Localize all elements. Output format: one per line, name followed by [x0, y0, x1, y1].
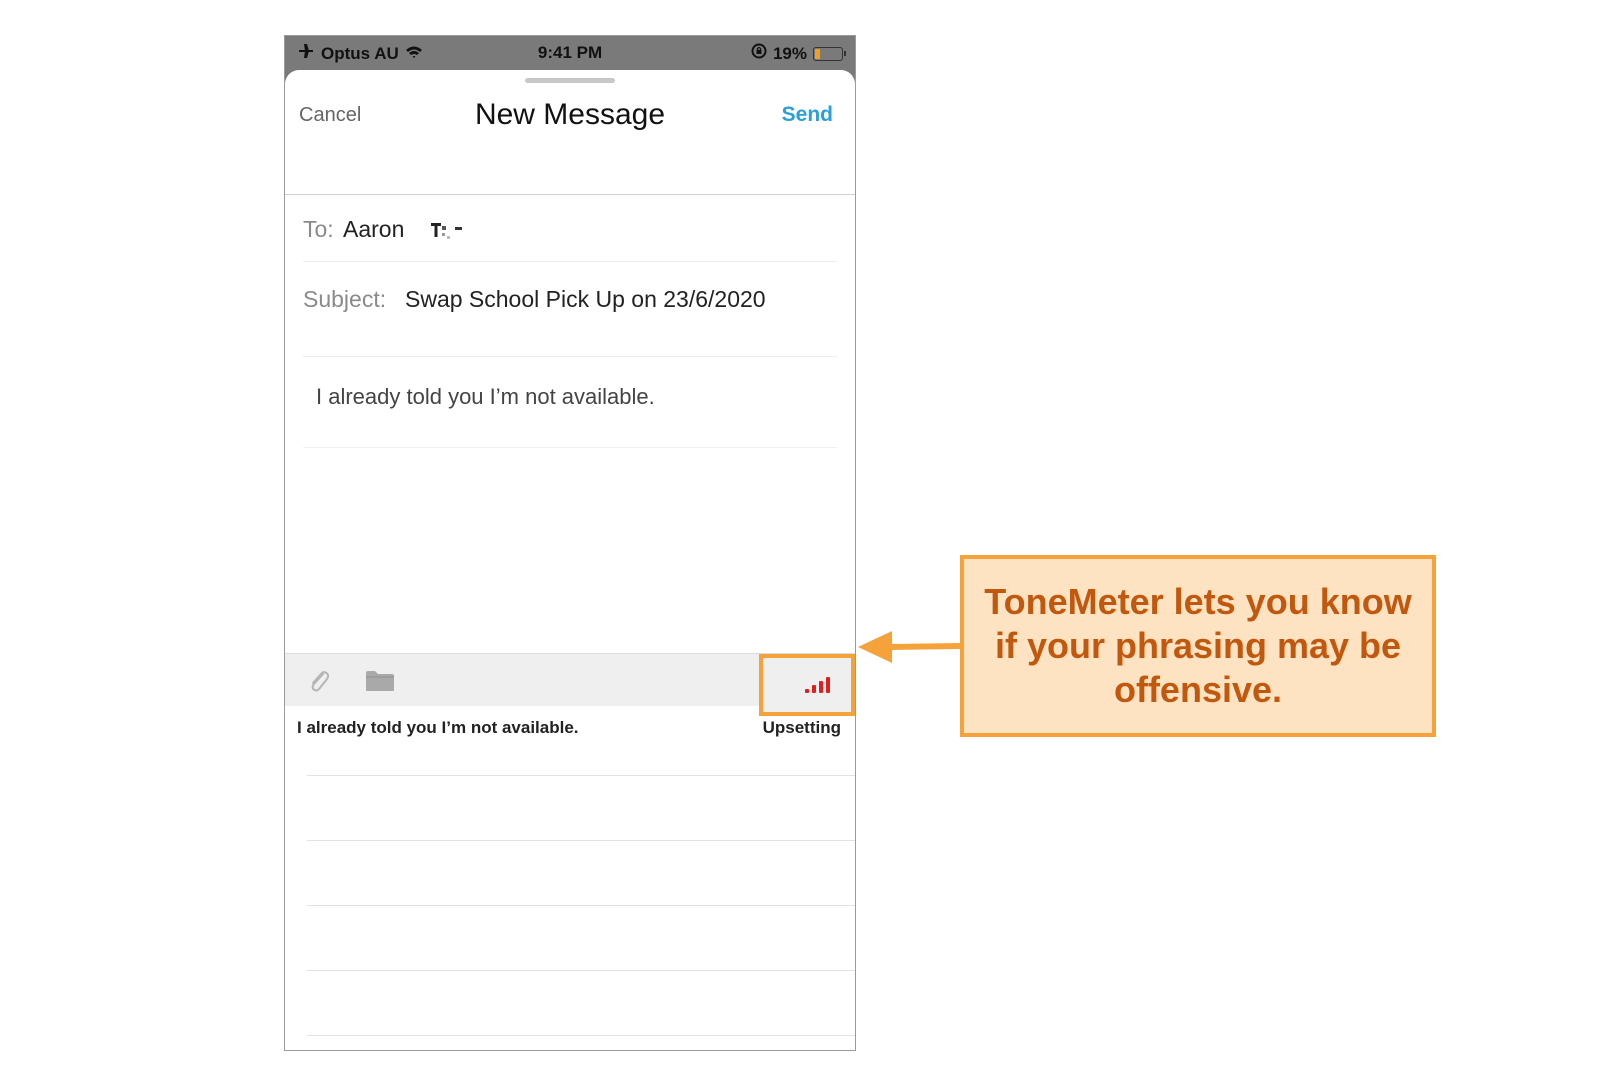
list-divider: [307, 1035, 855, 1036]
folder-icon[interactable]: [365, 670, 395, 697]
subject-value[interactable]: Swap School Pick Up on 23/6/2020: [405, 286, 766, 313]
subject-label: Subject:: [303, 286, 387, 312]
compose-toolbar: [285, 653, 855, 716]
tone-result-row[interactable]: I already told you I’m not available. Up…: [297, 718, 841, 764]
callout-arrow: [858, 631, 961, 663]
navigation-bar: Cancel New Message Send: [285, 70, 855, 195]
message-body[interactable]: I already told you I’m not available.: [303, 357, 837, 448]
phone-screen: Optus AU 9:41 PM 19% Cancel New Message …: [284, 35, 856, 1051]
rotation-lock-icon: [751, 43, 767, 64]
tonemeter-bar: [805, 689, 809, 693]
compose-sheet: Cancel New Message Send To: Aaron Subjec…: [285, 70, 855, 1050]
redacted-surname: [431, 220, 465, 239]
message-body-text[interactable]: I already told you I’m not available.: [316, 384, 655, 410]
tone-label: Upsetting: [762, 718, 841, 737]
to-label: To:: [303, 216, 334, 242]
battery-percent: 19%: [772, 43, 807, 63]
tonemeter-signal-icon: [805, 675, 837, 693]
battery-icon: [813, 46, 846, 61]
paperclip-icon[interactable]: [307, 668, 331, 699]
tonemeter-bar: [826, 677, 830, 693]
list-divider: [307, 970, 855, 971]
list-divider: [307, 775, 855, 776]
subject-field[interactable]: Subject: Swap School Pick Up on 23/6/202…: [303, 262, 837, 357]
status-right: 19%: [751, 43, 846, 64]
send-button[interactable]: Send: [782, 103, 833, 127]
to-field[interactable]: To: Aaron: [303, 195, 837, 262]
tonemeter-button[interactable]: [759, 654, 855, 716]
status-bar: Optus AU 9:41 PM 19%: [285, 36, 855, 70]
list-divider: [307, 840, 855, 841]
to-recipient[interactable]: Aaron: [343, 216, 404, 243]
callout-text: ToneMeter lets you know if your phrasing…: [984, 581, 1412, 710]
page-title: New Message: [474, 98, 666, 131]
callout-box: ToneMeter lets you know if your phrasing…: [960, 555, 1436, 737]
list-divider: [307, 905, 855, 906]
tone-sentence: I already told you I’m not available.: [297, 718, 579, 737]
tonemeter-bar: [812, 685, 816, 693]
tonemeter-bar: [819, 681, 823, 693]
